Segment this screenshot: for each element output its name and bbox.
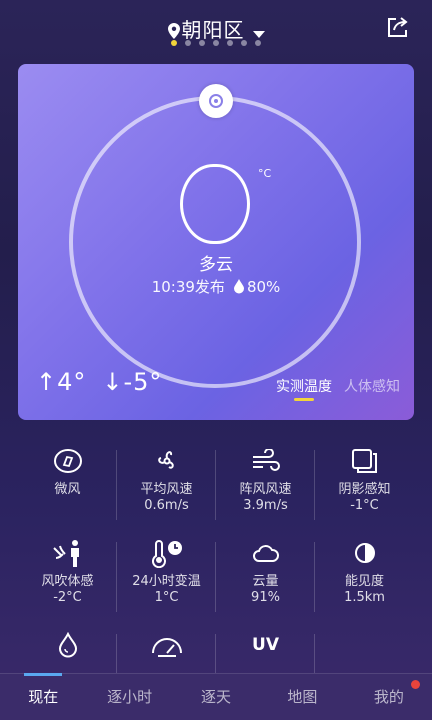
nav-now[interactable]: 现在 xyxy=(0,673,86,720)
high-temp: ↑4° xyxy=(36,368,87,396)
gauge-icon xyxy=(117,630,216,660)
fan-icon xyxy=(117,446,216,476)
person-wind-icon xyxy=(18,538,117,568)
humidity-drop-icon xyxy=(233,278,245,298)
visibility-icon xyxy=(315,538,414,568)
measure-tabs: 实测温度 人体感知 xyxy=(276,376,400,401)
low-temp: ↓-5° xyxy=(102,368,163,396)
detail-label: 风吹体感 xyxy=(41,574,94,589)
detail-label: 微风 xyxy=(54,482,81,497)
detail-label: 能见度 xyxy=(344,574,384,589)
page-dot xyxy=(227,40,233,46)
nav-hourly[interactable]: 逐小时 xyxy=(86,674,172,720)
nav-mine-label: 我的 xyxy=(373,688,404,706)
top-bar: 朝阳区 xyxy=(0,0,432,60)
compass-icon xyxy=(18,446,117,476)
page-dot xyxy=(185,40,191,46)
publish-time: 10:39发布 xyxy=(151,278,225,296)
detail-value: -1°C xyxy=(350,498,379,513)
detail-windchill[interactable]: 风吹体感 -2°C xyxy=(18,532,117,624)
temperature-unit: °C xyxy=(258,167,272,180)
share-icon[interactable] xyxy=(386,16,410,42)
detail-gust[interactable]: 阵风风速 3.9m/s xyxy=(216,440,315,532)
page-dot xyxy=(171,40,177,46)
nav-daily[interactable]: 逐天 xyxy=(173,674,259,720)
uv-label: UV xyxy=(252,635,279,655)
wind-icon xyxy=(216,446,315,476)
detail-value: 0.6m/s xyxy=(144,498,189,513)
page-dot xyxy=(213,40,219,46)
drop-icon xyxy=(18,630,117,660)
notification-badge xyxy=(411,680,421,689)
detail-value: 1°C xyxy=(154,590,179,605)
nav-mine[interactable]: 我的 xyxy=(346,674,432,720)
detail-label: 阴影感知 xyxy=(338,482,391,497)
humidity-value: 80% xyxy=(246,278,281,296)
detail-value: 3.9m/s xyxy=(243,498,288,513)
details-row: 风吹体感 -2°C 24小时变温 1°C 云量 91% 能见度 1.5km xyxy=(18,532,414,624)
publish-row: 10:39发布 80% xyxy=(18,276,414,298)
detail-shadow[interactable]: 阴影感知 -1°C xyxy=(315,440,414,532)
temperature-value: 0 xyxy=(180,164,250,244)
bottom-nav: 现在 逐小时 逐天 地图 我的 xyxy=(0,673,432,720)
weather-condition: 多云 xyxy=(199,255,233,275)
uv-icon: UV xyxy=(216,630,315,660)
page-dot xyxy=(255,40,261,46)
details-row: 微风 平均风速 0.6m/s 阵风风速 3.9m/s 阴影感知 -1°C xyxy=(18,440,414,532)
detail-wind[interactable]: 微风 xyxy=(18,440,117,532)
thermometer-clock-icon xyxy=(117,538,216,568)
page-indicator xyxy=(0,40,432,46)
ring-knob-icon[interactable] xyxy=(199,84,233,118)
detail-label: 阵风风速 xyxy=(239,482,292,497)
detail-cloud[interactable]: 云量 91% xyxy=(216,532,315,624)
page-dot xyxy=(199,40,205,46)
current-weather-card: 0 °C 多云 10:39发布 80% ↑4° ↓-5° 实测温度 人体感知 xyxy=(18,64,414,420)
nav-map[interactable]: 地图 xyxy=(259,674,345,720)
detail-label: 云量 xyxy=(252,574,279,589)
tab-measured-temp[interactable]: 实测温度 xyxy=(276,376,332,401)
detail-value: -2°C xyxy=(53,590,82,605)
detail-value: 1.5km xyxy=(344,590,385,605)
detail-label: 24小时变温 xyxy=(132,574,201,589)
detail-visibility[interactable]: 能见度 1.5km xyxy=(315,532,414,624)
tab-feels-like[interactable]: 人体感知 xyxy=(344,376,400,396)
detail-avg-wind[interactable]: 平均风速 0.6m/s xyxy=(117,440,216,532)
page-dot xyxy=(241,40,247,46)
high-low: ↑4° ↓-5° xyxy=(36,368,178,396)
detail-value: 91% xyxy=(251,590,280,605)
location-name: 朝阳区 xyxy=(181,18,245,42)
detail-24h-change[interactable]: 24小时变温 1°C xyxy=(117,532,216,624)
detail-label: 平均风速 xyxy=(140,482,193,497)
cloud-icon xyxy=(216,538,315,568)
shadow-icon xyxy=(315,446,414,476)
